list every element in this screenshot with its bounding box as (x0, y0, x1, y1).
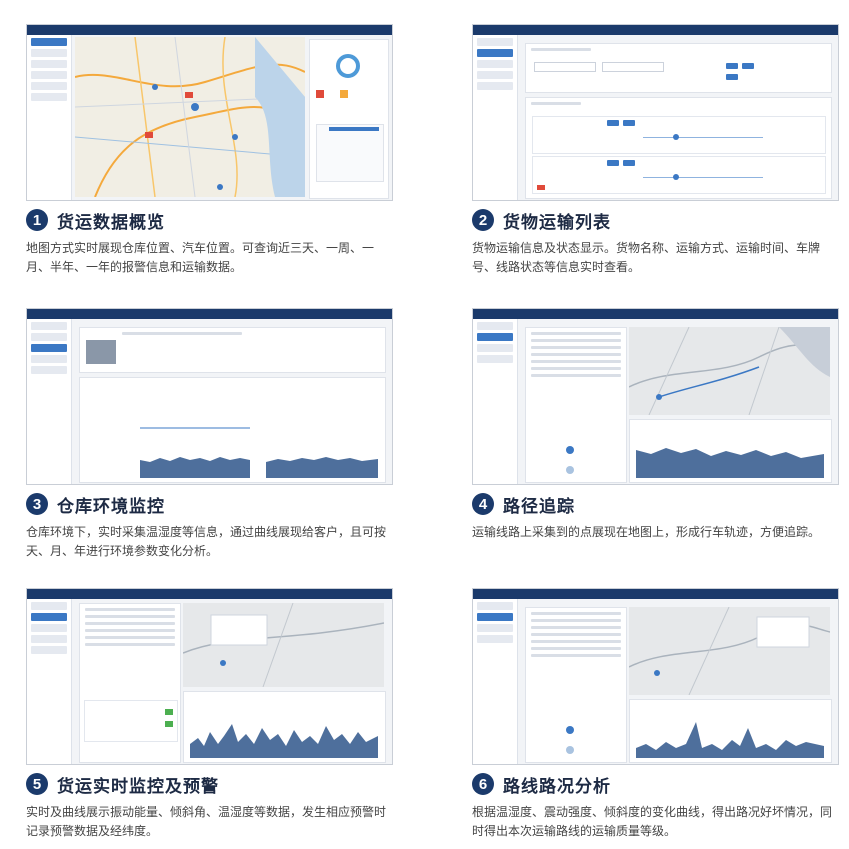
feature-title: 路线路况分析 (503, 776, 611, 797)
warehouse-info (79, 327, 386, 373)
feature-card-1: 1 货运数据概览 地图方式实时展现仓库位置、汽车位置。可查询近三天、一周、一月、… (26, 24, 393, 277)
step-number-badge: 3 (26, 493, 48, 515)
feature-title: 货运实时监控及预警 (57, 776, 219, 797)
road-quality-chart (629, 699, 832, 763)
sensor-chart (183, 691, 386, 763)
feature-title: 路径追踪 (503, 496, 575, 517)
step-number-badge: 2 (472, 209, 494, 231)
feature-title: 仓库环境监控 (57, 496, 165, 517)
search-panel (525, 43, 832, 93)
stats-panel (309, 39, 389, 199)
screenshot-road-analysis (472, 588, 839, 765)
screenshot-transport-list (472, 24, 839, 201)
feature-card-5: 5 货运实时监控及预警 实时及曲线展示振动能量、倾斜角、温湿度等数据，发生相应预… (26, 588, 393, 841)
route-map (629, 327, 830, 415)
step-number-badge: 4 (472, 493, 494, 515)
screenshot-route-tracking (472, 308, 839, 485)
screenshot-warehouse-env (26, 308, 393, 485)
sidebar (473, 319, 518, 484)
feature-description: 运输线路上采集到的点展现在地图上，形成行车轨迹，方便追踪。 (472, 525, 821, 539)
alarm-panel (79, 603, 181, 763)
monitor-map (183, 603, 384, 687)
feature-description: 仓库环境下，实时采集温湿度等信息，通过曲线展现给客户，且可按天、月、年进行环境参… (26, 525, 387, 558)
map-view (75, 37, 305, 197)
feature-description: 实时及曲线展示振动能量、倾斜角、温湿度等数据，发生相应预警时记录预警数据及经纬度… (26, 805, 387, 838)
feature-description: 货物运输信息及状态显示。货物名称、运输方式、运输时间、车牌号、线路状态等信息实时… (472, 241, 821, 274)
feature-description: 地图方式实时展现仓库位置、汽车位置。可查询近三天、一周、一月、半年、一年的报警信… (26, 241, 375, 274)
feature-card-6: 6 路线路况分析 根据温湿度、震动强度、倾斜度的变化曲线，得出路况好坏情况，同时… (472, 588, 839, 841)
road-map (629, 607, 830, 695)
step-number-badge: 5 (26, 773, 48, 795)
feature-card-4: 4 路径追踪 运输线路上采集到的点展现在地图上，形成行车轨迹，方便追踪。 (472, 308, 839, 542)
sidebar (27, 599, 72, 764)
step-number-badge: 6 (472, 773, 494, 795)
env-charts (79, 377, 386, 483)
sidebar (27, 319, 72, 484)
feature-title: 货物运输列表 (503, 212, 611, 233)
route-detail-panel (525, 607, 627, 763)
step-number-badge: 1 (26, 209, 48, 231)
trend-chart (629, 419, 832, 483)
feature-card-2: 2 货物运输列表 货物运输信息及状态显示。货物名称、运输方式、运输时间、车牌号、… (472, 24, 839, 277)
sidebar (27, 35, 72, 200)
screenshot-realtime-monitor (26, 588, 393, 765)
feature-card-3: 3 仓库环境监控 仓库环境下，实时采集温湿度等信息，通过曲线展现给客户，且可按天… (26, 308, 393, 561)
detail-panel (525, 327, 627, 483)
screenshot-overview (26, 24, 393, 201)
result-list (525, 97, 832, 199)
feature-title: 货运数据概览 (57, 212, 165, 233)
feature-description: 根据温湿度、震动强度、倾斜度的变化曲线，得出路况好坏情况，同时得出本次运输路线的… (472, 805, 833, 838)
sidebar (473, 599, 518, 764)
sidebar (473, 35, 518, 200)
